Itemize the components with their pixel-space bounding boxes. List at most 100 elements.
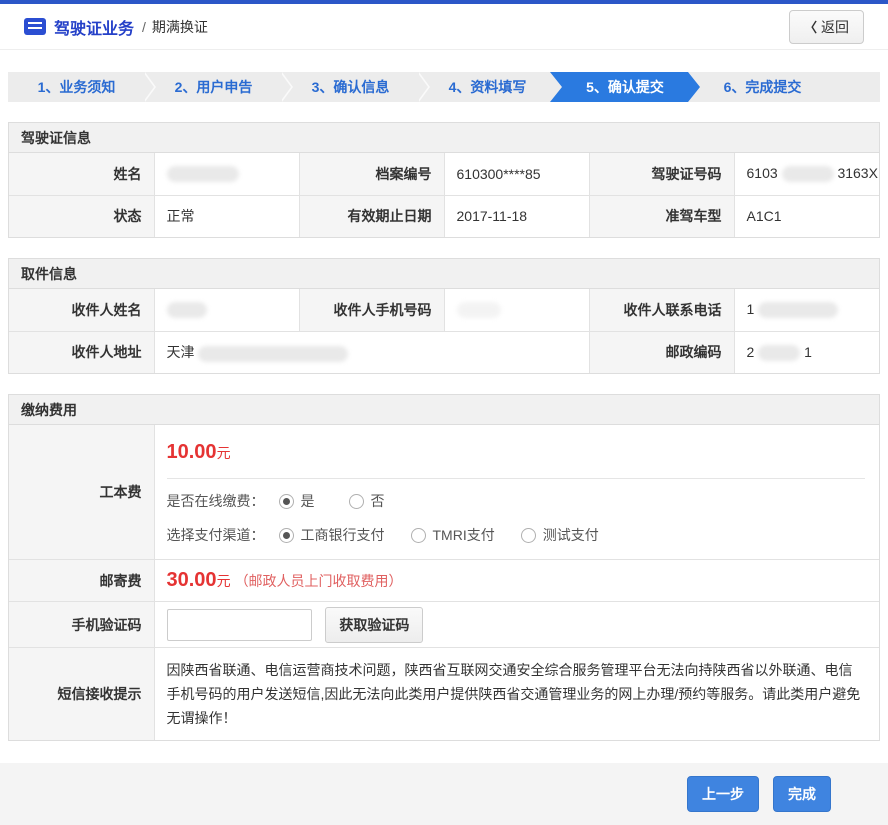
table-row: 工本费 10.00元 是否在线缴费： 是 否	[9, 425, 879, 560]
back-button-label: 返回	[821, 17, 849, 37]
redacted-value	[457, 302, 501, 318]
step-3-confirm-info[interactable]: 3、确认信息	[282, 72, 419, 102]
recipient-mobile-value	[444, 289, 589, 331]
license-number-suffix: 3163X	[837, 165, 877, 181]
radio-option-yes[interactable]: 是	[279, 491, 315, 511]
online-pay-question: 是否在线缴费：	[167, 491, 265, 511]
recipient-address-label: 收件人地址	[9, 331, 154, 373]
radio-unselected-icon[interactable]	[411, 528, 426, 543]
production-fee-amount-line: 10.00元	[167, 425, 880, 478]
license-info-panel: 驾驶证信息 姓名 档案编号 610300****85 驾驶证号码 6103 31…	[8, 122, 880, 238]
step-progress-bar: 1、业务须知 2、用户申告 3、确认信息 4、资料填写 5、确认提交 6、完成提…	[8, 72, 880, 102]
step-2-user-declaration[interactable]: 2、用户申告	[145, 72, 282, 102]
pickup-section-title: 取件信息	[9, 259, 879, 289]
recipient-mobile-label: 收件人手机号码	[299, 289, 444, 331]
footer-action-bar: 上一步 完成	[0, 763, 888, 825]
breadcrumb-current: 期满换证	[152, 17, 208, 37]
recipient-address-value: 天津	[154, 331, 589, 373]
step-separator-inner	[280, 72, 291, 102]
sms-code-input[interactable]	[167, 609, 312, 641]
pickup-info-panel: 取件信息 收件人姓名 收件人手机号码 收件人联系电话 1 收件人地址 天津 邮政…	[8, 258, 880, 374]
redacted-value	[758, 345, 800, 361]
step-label: 4、资料填写	[449, 77, 527, 97]
redacted-value	[758, 302, 838, 318]
redacted-value	[198, 346, 348, 362]
step-label: 5、确认提交	[586, 77, 664, 97]
mail-fee-label: 邮寄费	[9, 560, 154, 602]
finish-button[interactable]: 完成	[773, 776, 831, 812]
recipient-name-value	[154, 289, 299, 331]
step-label: 6、完成提交	[724, 77, 802, 97]
pay-channel-question-row: 选择支付渠道： 工商银行支付 TMRI支付 测试支付	[167, 518, 880, 559]
redacted-value	[782, 166, 834, 182]
pay-channel-question: 选择支付渠道：	[167, 525, 265, 545]
fees-panel: 缴纳费用 工本费 10.00元 是否在线缴费： 是	[8, 394, 880, 741]
license-number-prefix: 6103	[747, 165, 778, 181]
license-number-value: 6103 3163X	[734, 153, 879, 195]
pay-channel-options: 工商银行支付 TMRI支付 测试支付	[279, 525, 599, 545]
online-pay-options: 是 否	[279, 491, 385, 511]
postal-code-prefix: 2	[747, 344, 755, 360]
postal-code-suffix: 1	[804, 344, 812, 360]
radio-option-test-pay[interactable]: 测试支付	[521, 525, 599, 545]
table-row: 收件人地址 天津 邮政编码 2 1	[9, 331, 879, 373]
radio-option-label: 是	[301, 491, 315, 511]
redacted-value	[167, 302, 207, 318]
production-fee-cell: 10.00元 是否在线缴费： 是 否	[154, 425, 879, 560]
radio-unselected-icon[interactable]	[349, 494, 364, 509]
step-separator-inner	[143, 72, 154, 102]
radio-unselected-icon[interactable]	[521, 528, 536, 543]
status-label: 状态	[9, 195, 154, 237]
table-row: 状态 正常 有效期止日期 2017-11-18 准驾车型 A1C1	[9, 195, 879, 237]
back-button[interactable]: 〈 返回	[789, 10, 864, 44]
step-label: 2、用户申告	[175, 77, 253, 97]
step-1-business-notice[interactable]: 1、业务须知	[8, 72, 145, 102]
radio-selected-icon[interactable]	[279, 528, 294, 543]
pickup-info-table: 收件人姓名 收件人手机号码 收件人联系电话 1 收件人地址 天津 邮政编码 2 …	[9, 289, 879, 373]
table-row: 手机验证码 获取验证码	[9, 602, 879, 648]
step-4-fill-data[interactable]: 4、资料填写	[419, 72, 556, 102]
production-fee-amount: 10.00	[167, 441, 217, 463]
table-row: 短信接收提示 因陕西省联通、电信运营商技术问题，陕西省互联网交通安全综合服务管理…	[9, 648, 879, 741]
mail-fee-cell: 30.00元（邮政人员上门收取费用）	[154, 560, 879, 602]
vehicle-class-label: 准驾车型	[589, 195, 734, 237]
radio-selected-icon[interactable]	[279, 494, 294, 509]
radio-option-no[interactable]: 否	[349, 491, 385, 511]
get-sms-code-button[interactable]: 获取验证码	[325, 607, 423, 643]
license-section-title: 驾驶证信息	[9, 123, 879, 153]
fees-section-title: 缴纳费用	[9, 395, 879, 425]
license-info-table: 姓名 档案编号 610300****85 驾驶证号码 6103 3163X 状态…	[9, 153, 879, 237]
online-pay-question-row: 是否在线缴费： 是 否	[167, 479, 880, 518]
breadcrumb-separator: /	[142, 19, 146, 35]
postal-code-label: 邮政编码	[589, 331, 734, 373]
sms-code-label: 手机验证码	[9, 602, 154, 648]
mail-fee-unit: 元	[217, 573, 231, 589]
step-separator-inner	[417, 72, 428, 102]
table-row: 邮寄费 30.00元（邮政人员上门收取费用）	[9, 560, 879, 602]
step-6-complete-submit[interactable]: 6、完成提交	[694, 72, 831, 102]
recipient-address-prefix: 天津	[167, 344, 195, 360]
table-row: 收件人姓名 收件人手机号码 收件人联系电话 1	[9, 289, 879, 331]
page-header: 驾驶证业务 / 期满换证 〈 返回	[0, 4, 888, 50]
production-fee-label: 工本费	[9, 425, 154, 560]
production-fee-unit: 元	[217, 445, 231, 461]
file-number-label: 档案编号	[299, 153, 444, 195]
recipient-phone-prefix: 1	[747, 301, 755, 317]
recipient-name-label: 收件人姓名	[9, 289, 154, 331]
sms-notice-label: 短信接收提示	[9, 648, 154, 741]
vehicle-class-value: A1C1	[734, 195, 879, 237]
page-title: 驾驶证业务	[54, 15, 134, 39]
status-value: 正常	[154, 195, 299, 237]
name-label: 姓名	[9, 153, 154, 195]
recipient-phone-label: 收件人联系电话	[589, 289, 734, 331]
expiry-date-label: 有效期止日期	[299, 195, 444, 237]
sms-notice-text: 因陕西省联通、电信运营商技术问题，陕西省互联网交通安全综合服务管理平台无法向持陕…	[154, 648, 879, 741]
redacted-value	[167, 166, 239, 182]
sms-code-cell: 获取验证码	[154, 602, 879, 648]
license-list-icon	[24, 18, 46, 35]
radio-option-icbc-pay[interactable]: 工商银行支付	[279, 525, 385, 545]
step-5-confirm-submit[interactable]: 5、确认提交	[550, 72, 700, 102]
postal-code-value: 2 1	[734, 331, 879, 373]
previous-step-button[interactable]: 上一步	[687, 776, 759, 812]
radio-option-tmri-pay[interactable]: TMRI支付	[411, 525, 495, 545]
